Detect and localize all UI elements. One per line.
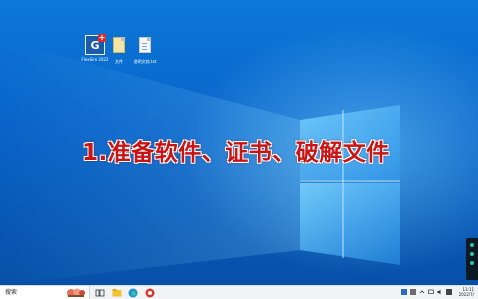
widget-dot-icon [470,252,474,256]
file-explorer-icon[interactable] [112,288,122,298]
search-placeholder: 搜索 [5,289,18,296]
clock-date: 2022/7/ [458,292,474,297]
tray-app-icon[interactable] [401,289,407,295]
chevron-up-icon[interactable] [419,289,425,295]
widget-dot-icon [470,261,474,265]
search-highlight-icon [67,288,85,297]
taskbar-search-box[interactable]: 搜索 [0,286,90,299]
system-tray: 13:11 2022/7/ [398,286,478,299]
ime-icon[interactable] [446,289,452,295]
desktop-icon-document[interactable]: 说明文档.txt [129,35,161,64]
document-icon [135,37,155,57]
desktop-icon-caption: 说明文档.txt [133,59,157,64]
taskbar-clock[interactable]: 13:11 2022/7/ [459,287,474,297]
g-plus-icon: G + [85,34,106,55]
side-floating-widget[interactable] [466,238,478,280]
desktop: G + FlexSim 2022 文件 说明文档.txt 1.准备软件、证书、破解… [0,0,478,285]
file-icon [109,37,129,57]
app-red-icon[interactable] [145,288,155,298]
tray-app-icon[interactable] [410,289,416,295]
network-icon[interactable] [428,289,434,295]
edge-browser-icon[interactable] [128,288,138,298]
video-caption-title: 1.准备软件、证书、破解文件 [82,140,390,166]
widget-dot-icon [470,243,474,247]
volume-icon[interactable] [437,289,443,295]
task-view-icon[interactable] [95,288,105,298]
taskbar: 搜索 13:11 2022/7/ [0,285,478,299]
